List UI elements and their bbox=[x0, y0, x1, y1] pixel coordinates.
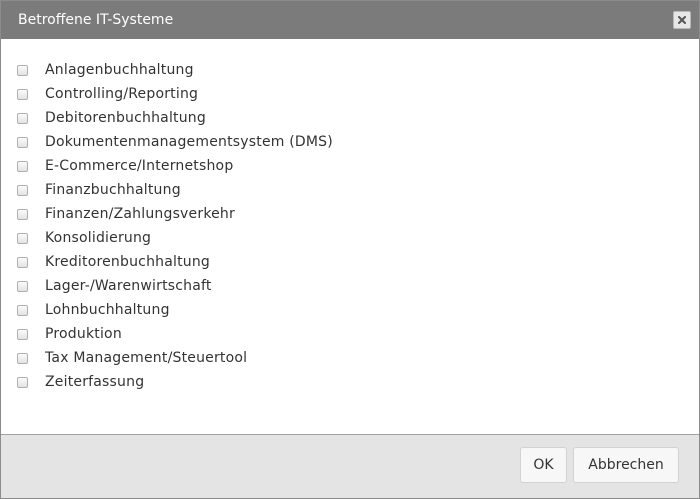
cancel-button[interactable]: Abbrechen bbox=[573, 447, 679, 483]
list-item[interactable]: Finanzen/Zahlungsverkehr bbox=[16, 202, 333, 226]
it-systems-checkbox-list: Anlagenbuchhaltung Controlling/Reporting… bbox=[16, 58, 333, 394]
checkbox[interactable] bbox=[17, 64, 28, 76]
list-item[interactable]: Produktion bbox=[16, 322, 333, 346]
list-item[interactable]: Konsolidierung bbox=[16, 226, 333, 250]
checkbox-label[interactable]: Zeiterfassung bbox=[45, 374, 144, 390]
checkbox[interactable] bbox=[17, 184, 28, 196]
checkbox[interactable] bbox=[17, 88, 28, 100]
checkbox-label[interactable]: Lager-/Warenwirtschaft bbox=[45, 278, 212, 294]
list-item[interactable]: E-Commerce/Internetshop bbox=[16, 154, 333, 178]
checkbox-label[interactable]: Kreditorenbuchhaltung bbox=[45, 254, 210, 270]
checkbox-label[interactable]: Konsolidierung bbox=[45, 230, 151, 246]
list-item[interactable]: Finanzbuchhaltung bbox=[16, 178, 333, 202]
checkbox[interactable] bbox=[17, 256, 28, 268]
checkbox[interactable] bbox=[17, 280, 28, 292]
checkbox[interactable] bbox=[17, 232, 28, 244]
checkbox-label[interactable]: Anlagenbuchhaltung bbox=[45, 62, 194, 78]
checkbox-label[interactable]: Lohnbuchhaltung bbox=[45, 302, 170, 318]
list-item[interactable]: Controlling/Reporting bbox=[16, 82, 333, 106]
list-item[interactable]: Tax Management/Steuertool bbox=[16, 346, 333, 370]
checkbox-label[interactable]: E-Commerce/Internetshop bbox=[45, 158, 233, 174]
list-item[interactable]: Dokumentenmanagementsystem (DMS) bbox=[16, 130, 333, 154]
checkbox[interactable] bbox=[17, 160, 28, 172]
dialog-titlebar[interactable]: Betroffene IT-Systeme bbox=[1, 1, 699, 39]
checkbox[interactable] bbox=[17, 376, 28, 388]
checkbox-label[interactable]: Dokumentenmanagementsystem (DMS) bbox=[45, 134, 333, 150]
checkbox[interactable] bbox=[17, 136, 28, 148]
checkbox-label[interactable]: Finanzbuchhaltung bbox=[45, 182, 181, 198]
checkbox-label[interactable]: Tax Management/Steuertool bbox=[45, 350, 247, 366]
checkbox-label[interactable]: Finanzen/Zahlungsverkehr bbox=[45, 206, 235, 222]
list-item[interactable]: Kreditorenbuchhaltung bbox=[16, 250, 333, 274]
close-button[interactable] bbox=[673, 11, 691, 29]
checkbox-label[interactable]: Debitorenbuchhaltung bbox=[45, 110, 206, 126]
checkbox[interactable] bbox=[17, 328, 28, 340]
checkbox-label[interactable]: Produktion bbox=[45, 326, 122, 342]
checkbox-label[interactable]: Controlling/Reporting bbox=[45, 86, 198, 102]
list-item[interactable]: Lager-/Warenwirtschaft bbox=[16, 274, 333, 298]
checkbox[interactable] bbox=[17, 304, 28, 316]
list-item[interactable]: Lohnbuchhaltung bbox=[16, 298, 333, 322]
checkbox[interactable] bbox=[17, 208, 28, 220]
dialog: Betroffene IT-Systeme Anlagenbuchhaltung… bbox=[0, 0, 700, 499]
close-icon bbox=[678, 16, 686, 24]
list-item[interactable]: Anlagenbuchhaltung bbox=[16, 58, 333, 82]
dialog-footer: OK Abbrechen bbox=[1, 434, 699, 498]
checkbox[interactable] bbox=[17, 352, 28, 364]
ok-button[interactable]: OK bbox=[520, 447, 567, 483]
list-item[interactable]: Zeiterfassung bbox=[16, 370, 333, 394]
dialog-title: Betroffene IT-Systeme bbox=[18, 12, 174, 28]
list-item[interactable]: Debitorenbuchhaltung bbox=[16, 106, 333, 130]
checkbox[interactable] bbox=[17, 112, 28, 124]
